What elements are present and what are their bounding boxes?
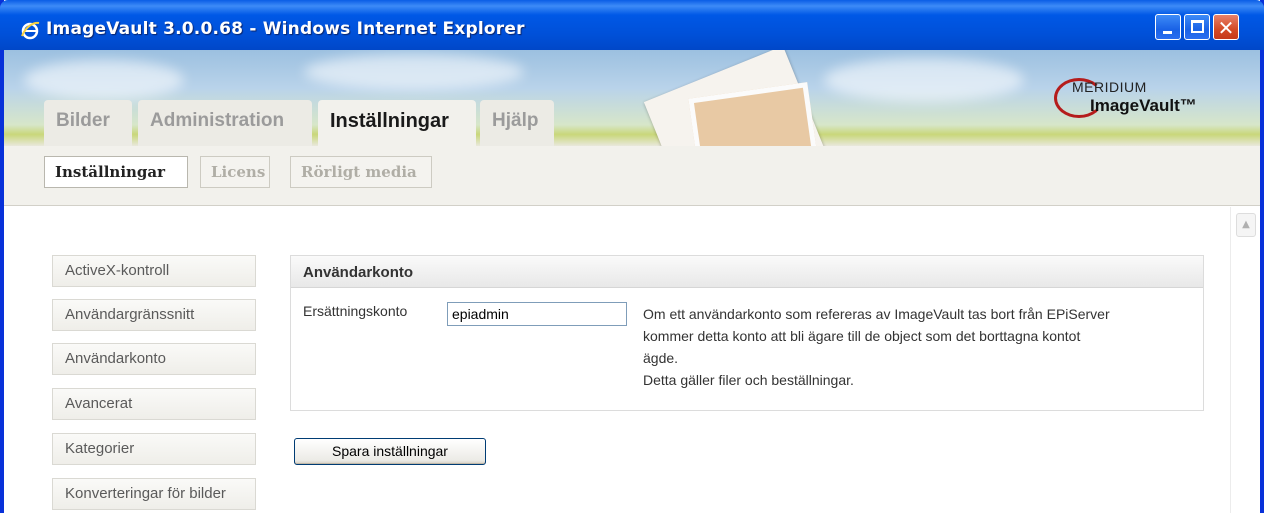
replacement-account-label: Ersättningskonto bbox=[303, 303, 408, 319]
subtab-rorligt-media[interactable]: Rörligt media bbox=[290, 156, 432, 188]
maximize-button[interactable] bbox=[1184, 14, 1210, 40]
sidebar-item-avancerat[interactable]: Avancerat bbox=[52, 388, 256, 420]
tab-administration[interactable]: Administration bbox=[138, 100, 312, 146]
tab-bilder[interactable]: Bilder bbox=[44, 100, 132, 146]
logo-company: MERIDIUM bbox=[1072, 79, 1147, 95]
internet-explorer-icon bbox=[21, 21, 40, 40]
browser-window: ImageVault 3.0.0.68 - Windows Internet E… bbox=[0, 0, 1264, 513]
close-icon: ✕ bbox=[1217, 16, 1235, 40]
tab-installningar[interactable]: Inställningar bbox=[318, 100, 476, 146]
minimize-button[interactable] bbox=[1155, 14, 1181, 40]
tab-hjalp[interactable]: Hjälp bbox=[480, 100, 554, 146]
user-account-panel: Användarkonto Ersättningskonto epiadmin … bbox=[290, 255, 1204, 411]
scroll-up-icon[interactable]: ▲ bbox=[1236, 213, 1256, 237]
sidebar-item-anvandarkonto[interactable]: Användarkonto bbox=[52, 343, 256, 375]
sidebar-item-konverteringar[interactable]: Konverteringar för bilder bbox=[52, 478, 256, 510]
subtab-installningar[interactable]: Inställningar bbox=[44, 156, 188, 188]
window-title: ImageVault 3.0.0.68 - Windows Internet E… bbox=[46, 19, 525, 39]
sidebar-item-kategorier[interactable]: Kategorier bbox=[52, 433, 256, 465]
cloud-decoration bbox=[304, 54, 524, 90]
sidebar-item-anvandargranssnitt[interactable]: Användargränssnitt bbox=[52, 299, 256, 331]
help-line: ägde. bbox=[643, 350, 679, 366]
save-settings-button[interactable]: Spara inställningar bbox=[294, 438, 486, 465]
subtab-licens[interactable]: Licens bbox=[200, 156, 270, 188]
close-button[interactable]: ✕ bbox=[1213, 14, 1239, 40]
title-bar[interactable]: ImageVault 3.0.0.68 - Windows Internet E… bbox=[0, 0, 1264, 50]
meridium-logo: MERIDIUM ImageVault™ bbox=[1054, 76, 1234, 120]
content-area: ActiveX-kontroll Användargränssnitt Anvä… bbox=[4, 207, 1260, 513]
minimize-icon bbox=[1163, 31, 1172, 34]
help-text: Om ett användarkonto som refereras av Im… bbox=[643, 303, 1203, 391]
help-line: kommer detta konto att bli ägare till de… bbox=[643, 328, 1081, 344]
replacement-account-input[interactable]: epiadmin bbox=[447, 302, 627, 326]
vertical-scrollbar[interactable]: ▲ bbox=[1230, 207, 1260, 513]
help-line: Detta gäller filer och beställningar. bbox=[643, 372, 854, 388]
cloud-decoration bbox=[24, 60, 184, 100]
panel-title: Användarkonto bbox=[291, 256, 1203, 288]
help-line: Om ett användarkonto som refereras av Im… bbox=[643, 306, 1110, 322]
maximize-icon bbox=[1191, 20, 1204, 33]
logo-product: ImageVault™ bbox=[1090, 96, 1197, 115]
sidebar-item-activex[interactable]: ActiveX-kontroll bbox=[52, 255, 256, 287]
cloud-decoration bbox=[824, 58, 1024, 102]
sub-navigation: Inställningar Licens Rörligt media bbox=[4, 146, 1260, 206]
